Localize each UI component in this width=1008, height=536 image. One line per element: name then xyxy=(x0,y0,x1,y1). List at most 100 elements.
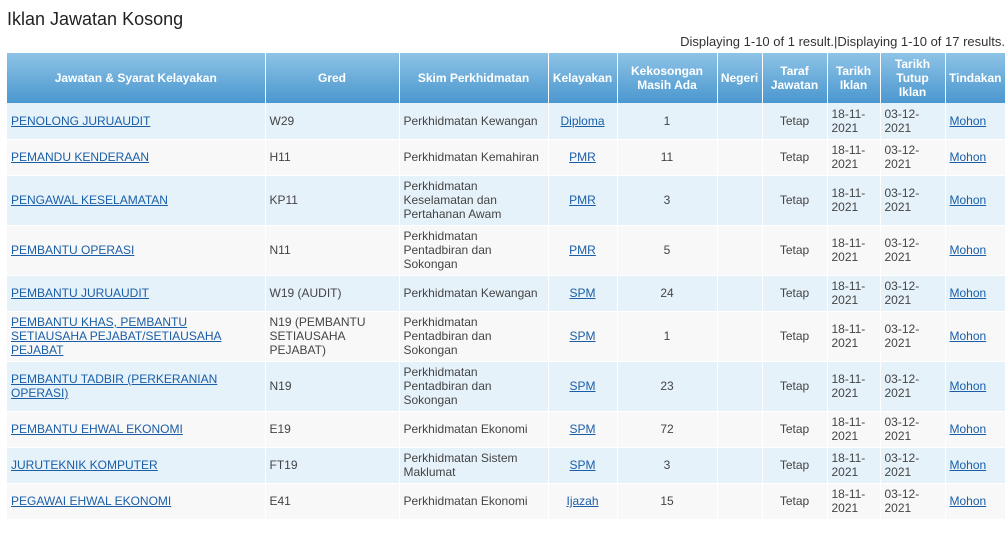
qualification-link[interactable]: SPM xyxy=(569,422,595,436)
header-negeri[interactable]: Negeri xyxy=(717,53,763,103)
job-title-link[interactable]: PEMANDU KENDERAAN xyxy=(11,150,149,164)
cell-gred: FT19 xyxy=(265,447,400,484)
apply-link[interactable]: Mohon xyxy=(950,329,987,343)
cell-tarikh-tutup: 03-12-2021 xyxy=(880,311,946,362)
apply-link[interactable]: Mohon xyxy=(950,114,987,128)
job-title-link[interactable]: PEGAWAI EHWAL EKONOMI xyxy=(11,494,171,508)
cell-tarikh-tutup: 03-12-2021 xyxy=(880,447,946,484)
qualification-link[interactable]: SPM xyxy=(569,458,595,472)
cell-tarikh-iklan: 18-11-2021 xyxy=(827,139,881,176)
table-row: PEMBANTU KHAS, PEMBANTU SETIAUSAHA PEJAB… xyxy=(7,311,1005,362)
cell-tarikh-tutup: 03-12-2021 xyxy=(880,411,946,448)
cell-kelayakan: SPM xyxy=(548,361,618,412)
cell-negeri xyxy=(717,447,763,484)
cell-jawatan: PEMBANTU EHWAL EKONOMI xyxy=(7,411,266,448)
cell-tindakan: Mohon xyxy=(945,483,1005,520)
cell-kekosongan: 5 xyxy=(617,225,718,276)
cell-gred: N11 xyxy=(265,225,400,276)
table-row: PEMBANTU OPERASI N11 Perkhidmatan Pentad… xyxy=(7,225,1005,276)
job-listing-page: Iklan Jawatan Kosong Displaying 1-10 of … xyxy=(0,0,1008,536)
cell-tarikh-iklan: 18-11-2021 xyxy=(827,447,881,484)
header-tarikh-tutup[interactable]: Tarikh Tutup Iklan xyxy=(880,53,946,103)
apply-link[interactable]: Mohon xyxy=(950,243,987,257)
qualification-link[interactable]: PMR xyxy=(569,150,596,164)
cell-taraf: Tetap xyxy=(762,411,828,448)
header-jawatan[interactable]: Jawatan & Syarat Kelayakan xyxy=(7,53,266,103)
table-header-row: Jawatan & Syarat Kelayakan Gred Skim Per… xyxy=(7,53,1005,103)
cell-tindakan: Mohon xyxy=(945,311,1005,362)
cell-negeri xyxy=(717,361,763,412)
apply-link[interactable]: Mohon xyxy=(950,379,987,393)
vacancy-table: Jawatan & Syarat Kelayakan Gred Skim Per… xyxy=(7,53,1005,520)
job-title-link[interactable]: PEMBANTU JURUAUDIT xyxy=(11,286,149,300)
qualification-link[interactable]: Diploma xyxy=(560,114,604,128)
job-title-link[interactable]: PENGAWAL KESELAMATAN xyxy=(11,193,168,207)
apply-link[interactable]: Mohon xyxy=(950,458,987,472)
cell-kelayakan: Diploma xyxy=(548,103,618,140)
cell-skim: Perkhidmatan Kewangan xyxy=(399,275,549,312)
job-title-link[interactable]: PEMBANTU OPERASI xyxy=(11,243,134,257)
cell-kekosongan: 1 xyxy=(617,311,718,362)
cell-gred: N19 (PEMBANTU SETIAUSAHA PEJABAT) xyxy=(265,311,400,362)
cell-jawatan: PEMBANTU JURUAUDIT xyxy=(7,275,266,312)
cell-taraf: Tetap xyxy=(762,275,828,312)
cell-kekosongan: 72 xyxy=(617,411,718,448)
apply-link[interactable]: Mohon xyxy=(950,494,987,508)
job-title-link[interactable]: PEMBANTU TADBIR (PERKERANIAN OPERASI) xyxy=(11,372,217,400)
cell-negeri xyxy=(717,103,763,140)
cell-skim: Perkhidmatan Kemahiran xyxy=(399,139,549,176)
cell-tindakan: Mohon xyxy=(945,275,1005,312)
cell-skim: Perkhidmatan Pentadbiran dan Sokongan xyxy=(399,361,549,412)
job-title-link[interactable]: PEMBANTU EHWAL EKONOMI xyxy=(11,422,183,436)
table-row: PEMBANTU EHWAL EKONOMI E19 Perkhidmatan … xyxy=(7,411,1005,448)
header-gred[interactable]: Gred xyxy=(265,53,400,103)
table-row: PEMBANTU TADBIR (PERKERANIAN OPERASI) N1… xyxy=(7,361,1005,412)
cell-kekosongan: 1 xyxy=(617,103,718,140)
cell-negeri xyxy=(717,411,763,448)
job-title-link[interactable]: PENOLONG JURUAUDIT xyxy=(11,114,150,128)
cell-skim: Perkhidmatan Pentadbiran dan Sokongan xyxy=(399,311,549,362)
qualification-link[interactable]: SPM xyxy=(569,329,595,343)
cell-jawatan: PEMBANTU TADBIR (PERKERANIAN OPERASI) xyxy=(7,361,266,412)
cell-tarikh-tutup: 03-12-2021 xyxy=(880,139,946,176)
cell-jawatan: PENGAWAL KESELAMATAN xyxy=(7,175,266,226)
cell-taraf: Tetap xyxy=(762,483,828,520)
header-kelayakan[interactable]: Kelayakan xyxy=(548,53,618,103)
cell-taraf: Tetap xyxy=(762,447,828,484)
cell-tarikh-tutup: 03-12-2021 xyxy=(880,175,946,226)
cell-kelayakan: SPM xyxy=(548,447,618,484)
job-title-link[interactable]: PEMBANTU KHAS, PEMBANTU SETIAUSAHA PEJAB… xyxy=(11,315,222,357)
qualification-link[interactable]: SPM xyxy=(569,379,595,393)
cell-negeri xyxy=(717,139,763,176)
cell-gred: H11 xyxy=(265,139,400,176)
cell-tarikh-iklan: 18-11-2021 xyxy=(827,311,881,362)
qualification-link[interactable]: Ijazah xyxy=(566,494,598,508)
qualification-link[interactable]: PMR xyxy=(569,193,596,207)
apply-link[interactable]: Mohon xyxy=(950,193,987,207)
cell-tarikh-iklan: 18-11-2021 xyxy=(827,275,881,312)
table-row: PEMBANTU JURUAUDIT W19 (AUDIT) Perkhidma… xyxy=(7,275,1005,312)
apply-link[interactable]: Mohon xyxy=(950,150,987,164)
cell-tindakan: Mohon xyxy=(945,447,1005,484)
qualification-link[interactable]: SPM xyxy=(569,286,595,300)
result-summary: Displaying 1-10 of 1 result.|Displaying … xyxy=(680,34,1005,49)
apply-link[interactable]: Mohon xyxy=(950,422,987,436)
cell-kelayakan: PMR xyxy=(548,175,618,226)
header-tarikh-iklan[interactable]: Tarikh Iklan xyxy=(827,53,881,103)
qualification-link[interactable]: PMR xyxy=(569,243,596,257)
header-taraf[interactable]: Taraf Jawatan xyxy=(762,53,828,103)
cell-tarikh-iklan: 18-11-2021 xyxy=(827,361,881,412)
job-title-link[interactable]: JURUTEKNIK KOMPUTER xyxy=(11,458,158,472)
cell-kelayakan: SPM xyxy=(548,275,618,312)
cell-taraf: Tetap xyxy=(762,225,828,276)
cell-negeri xyxy=(717,311,763,362)
header-kekosongan[interactable]: Kekosongan Masih Ada xyxy=(617,53,718,103)
cell-tindakan: Mohon xyxy=(945,103,1005,140)
cell-kekosongan: 11 xyxy=(617,139,718,176)
cell-taraf: Tetap xyxy=(762,311,828,362)
header-skim[interactable]: Skim Perkhidmatan xyxy=(399,53,549,103)
apply-link[interactable]: Mohon xyxy=(950,286,987,300)
cell-skim: Perkhidmatan Ekonomi xyxy=(399,483,549,520)
cell-kelayakan: SPM xyxy=(548,311,618,362)
cell-tarikh-iklan: 18-11-2021 xyxy=(827,411,881,448)
